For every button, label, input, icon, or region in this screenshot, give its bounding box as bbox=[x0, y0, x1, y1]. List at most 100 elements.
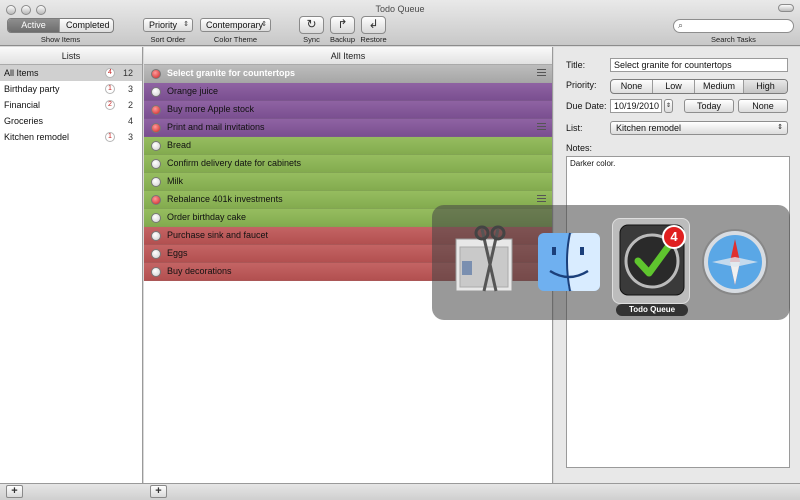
priority-label: Priority: bbox=[566, 80, 597, 90]
updown-arrow-icon: ⇕ bbox=[183, 21, 189, 28]
lists-header: Lists bbox=[0, 47, 142, 65]
priority-none-segment[interactable]: None bbox=[611, 80, 653, 93]
list-item-badge: 4 bbox=[105, 68, 115, 78]
window-toolbar: Todo Queue Active Completed Show Items P… bbox=[0, 0, 800, 46]
list-item-badge: 2 bbox=[105, 100, 115, 110]
plus-icon: + bbox=[155, 485, 162, 497]
list-popup-value: Kitchen remodel bbox=[616, 123, 682, 133]
no-priority-dot-icon[interactable] bbox=[151, 231, 161, 241]
no-priority-dot-icon[interactable] bbox=[151, 177, 161, 187]
show-items-segmented[interactable]: Active Completed bbox=[7, 18, 114, 33]
priority-medium-segment[interactable]: Medium bbox=[695, 80, 744, 93]
add-list-button[interactable]: + bbox=[6, 485, 23, 498]
stepper-arrows-icon: ⇕ bbox=[665, 103, 672, 109]
search-tasks-label: Search Tasks bbox=[711, 35, 756, 44]
item-title: Purchase sink and faucet bbox=[167, 230, 269, 240]
app-grab[interactable] bbox=[452, 225, 518, 297]
table-row[interactable]: Buy more Apple stock bbox=[144, 101, 552, 119]
list-item-count: 2 bbox=[127, 100, 133, 110]
item-title: Buy more Apple stock bbox=[167, 104, 255, 114]
items-header: All Items bbox=[144, 47, 552, 65]
no-priority-dot-icon[interactable] bbox=[151, 159, 161, 169]
notes-label: Notes: bbox=[566, 143, 593, 153]
list-label: List: bbox=[566, 123, 583, 133]
table-row[interactable]: Print and mail invitations bbox=[144, 119, 552, 137]
priority-low-segment[interactable]: Low bbox=[653, 80, 695, 93]
toolbar-toggle-button[interactable] bbox=[778, 4, 794, 12]
today-button[interactable]: Today bbox=[684, 99, 734, 113]
high-priority-dot-icon[interactable] bbox=[151, 105, 161, 115]
no-priority-dot-icon[interactable] bbox=[151, 249, 161, 259]
color-theme-popup[interactable]: Contemporary ⇕ bbox=[200, 18, 271, 32]
table-row[interactable]: Select granite for countertops bbox=[144, 65, 552, 83]
add-item-button[interactable]: + bbox=[150, 485, 167, 498]
high-priority-dot-icon[interactable] bbox=[151, 69, 161, 79]
priority-high-segment[interactable]: High bbox=[744, 80, 787, 93]
sync-button[interactable]: ↻ bbox=[299, 16, 324, 34]
search-input[interactable] bbox=[688, 21, 788, 31]
color-theme-value: Contemporary bbox=[206, 20, 264, 30]
list-item-count: 12 bbox=[122, 68, 133, 78]
due-none-button[interactable]: None bbox=[738, 99, 788, 113]
list-item-badge: 1 bbox=[105, 84, 115, 94]
no-priority-dot-icon[interactable] bbox=[151, 141, 161, 151]
item-title: Select granite for countertops bbox=[167, 68, 296, 78]
app-switcher: 4 Todo Queue bbox=[432, 205, 790, 320]
updown-arrow-icon: ⇕ bbox=[777, 124, 783, 131]
list-item-name: Financial bbox=[4, 100, 41, 110]
show-items-label: Show Items bbox=[40, 35, 81, 44]
high-priority-dot-icon[interactable] bbox=[151, 123, 161, 133]
item-title: Print and mail invitations bbox=[167, 122, 265, 132]
restore-icon: ↲ bbox=[368, 17, 379, 31]
item-title: Eggs bbox=[167, 248, 188, 258]
title-field[interactable]: Select granite for countertops bbox=[610, 58, 788, 72]
list-item[interactable]: Groceries 4 bbox=[0, 113, 142, 129]
notes-indicator-icon bbox=[537, 69, 546, 77]
bottom-bar: + + bbox=[0, 483, 800, 500]
list-item[interactable]: Birthday party 1 3 bbox=[0, 81, 142, 97]
plus-icon: + bbox=[11, 485, 18, 497]
table-row[interactable]: Bread bbox=[144, 137, 552, 155]
table-row[interactable]: Confirm delivery date for cabinets bbox=[144, 155, 552, 173]
lists-panel: Lists All Items 4 12 Birthday party 1 3 Financ… bbox=[0, 47, 143, 483]
sort-order-popup[interactable]: Priority ⇕ bbox=[143, 18, 193, 32]
show-active-segment[interactable]: Active bbox=[8, 19, 60, 32]
restore-button[interactable]: ↲ bbox=[361, 16, 386, 34]
notes-indicator-icon bbox=[537, 123, 546, 131]
compass-icon bbox=[702, 229, 768, 295]
item-title: Confirm delivery date for cabinets bbox=[167, 158, 302, 168]
title-label: Title: bbox=[566, 60, 586, 70]
list-popup[interactable]: Kitchen remodel ⇕ bbox=[610, 121, 788, 135]
item-title: Order birthday cake bbox=[167, 212, 247, 222]
list-item[interactable]: Kitchen remodel 1 3 bbox=[0, 129, 142, 145]
backup-icon: ↱ bbox=[337, 17, 348, 31]
item-title: Buy decorations bbox=[167, 266, 232, 276]
notes-indicator-icon bbox=[537, 195, 546, 203]
table-row[interactable]: Orange juice bbox=[144, 83, 552, 101]
item-title: Orange juice bbox=[167, 86, 219, 96]
priority-segmented[interactable]: None Low Medium High bbox=[610, 79, 788, 94]
sync-icon: ↻ bbox=[306, 17, 317, 31]
app-safari[interactable] bbox=[700, 227, 770, 299]
show-completed-segment[interactable]: Completed bbox=[60, 19, 113, 32]
backup-label: Backup bbox=[329, 35, 356, 44]
due-date-label: Due Date: bbox=[566, 101, 607, 111]
no-priority-dot-icon[interactable] bbox=[151, 87, 161, 97]
list-item-badge: 1 bbox=[105, 132, 115, 142]
no-priority-dot-icon[interactable] bbox=[151, 267, 161, 277]
app-todo-queue[interactable]: 4 bbox=[618, 223, 686, 299]
table-row[interactable]: Milk bbox=[144, 173, 552, 191]
window-title: Todo Queue bbox=[375, 4, 425, 14]
no-priority-dot-icon[interactable] bbox=[151, 213, 161, 223]
todo-queue-badge: 4 bbox=[662, 225, 686, 249]
search-field[interactable]: ⌕ bbox=[673, 19, 794, 33]
due-date-field[interactable]: 10/19/2010 bbox=[610, 99, 662, 113]
backup-button[interactable]: ↱ bbox=[330, 16, 355, 34]
updown-arrow-icon: ⇕ bbox=[261, 21, 267, 28]
high-priority-dot-icon[interactable] bbox=[151, 195, 161, 205]
color-theme-label: Color Theme bbox=[213, 35, 258, 44]
list-item[interactable]: All Items 4 12 bbox=[0, 65, 142, 81]
date-stepper[interactable]: ⇕ bbox=[664, 99, 673, 113]
app-finder[interactable] bbox=[536, 231, 602, 295]
list-item[interactable]: Financial 2 2 bbox=[0, 97, 142, 113]
